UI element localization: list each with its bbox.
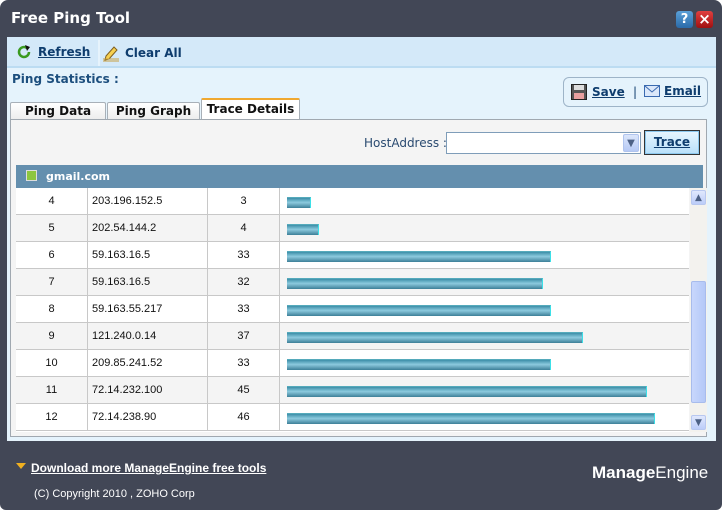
help-icon[interactable]: ?: [676, 11, 693, 28]
download-tools-link[interactable]: Download more ManageEngine free tools: [31, 461, 266, 475]
time-bar-cell: [280, 350, 689, 377]
ip-cell: 202.54.144.2: [88, 215, 208, 242]
table-row[interactable]: 11 72.14.232.100 45: [16, 377, 689, 404]
time-bar-cell: [280, 377, 689, 404]
table-row[interactable]: 4 203.196.152.5 3: [16, 188, 689, 215]
hop-cell: 12: [16, 404, 88, 431]
time-bar: [287, 197, 311, 208]
scrollbar[interactable]: ▲ ▼: [690, 188, 707, 432]
table-row[interactable]: 9 121.240.0.14 37: [16, 323, 689, 350]
refresh-button[interactable]: Refresh: [16, 44, 90, 60]
group-header[interactable]: gmail.com: [16, 165, 703, 188]
time-bar: [287, 305, 551, 316]
hop-cell: 6: [16, 242, 88, 269]
time-bar-cell: [280, 242, 689, 269]
ip-cell: 59.163.16.5: [88, 269, 208, 296]
time-bar-cell: [280, 404, 689, 431]
time-cell: 46: [208, 404, 280, 431]
tab-ping-graph[interactable]: Ping Graph: [107, 102, 200, 120]
hop-cell: 5: [16, 215, 88, 242]
chevron-down-icon[interactable]: ▼: [623, 134, 639, 152]
time-bar-cell: [280, 215, 689, 242]
clear-all-button[interactable]: Clear All: [103, 44, 182, 62]
time-cell: 3: [208, 188, 280, 215]
table-row[interactable]: 10 209.85.241.52 33: [16, 350, 689, 377]
ip-cell: 59.163.55.217: [88, 296, 208, 323]
main-area: Refresh Clear All Ping Statistics : Save…: [7, 37, 716, 441]
table-row[interactable]: 5 202.54.144.2 4: [16, 215, 689, 242]
table-row[interactable]: 12 72.14.238.90 46: [16, 404, 689, 431]
time-bar: [287, 251, 551, 262]
trace-table: 4 203.196.152.5 3 5 202.54.144.2 4 6 59.…: [16, 188, 689, 432]
tab-ping-data[interactable]: Ping Data: [10, 102, 106, 120]
hop-cell: 4: [16, 188, 88, 215]
hop-cell: 10: [16, 350, 88, 377]
scroll-up-icon[interactable]: ▲: [691, 190, 706, 205]
toolbar-divider: [98, 40, 100, 66]
time-bar: [287, 386, 647, 397]
hop-cell: 9: [16, 323, 88, 350]
email-icon: [644, 85, 660, 97]
hop-cell: 7: [16, 269, 88, 296]
copyright-text: (C) Copyright 2010 , ZOHO Corp: [34, 488, 195, 500]
ip-cell: 203.196.152.5: [88, 188, 208, 215]
time-bar-cell: [280, 188, 689, 215]
ip-cell: 72.14.238.90: [88, 404, 208, 431]
save-button[interactable]: Save: [571, 84, 625, 100]
ip-cell: 72.14.232.100: [88, 377, 208, 404]
time-bar: [287, 224, 319, 235]
time-cell: 33: [208, 296, 280, 323]
ip-cell: 121.240.0.14: [88, 323, 208, 350]
hop-cell: 8: [16, 296, 88, 323]
host-address-combobox[interactable]: ▼: [446, 132, 641, 154]
time-bar: [287, 278, 543, 289]
pencil-icon: [103, 46, 119, 62]
time-cell: 33: [208, 242, 280, 269]
time-cell: 45: [208, 377, 280, 404]
group-color-icon: [26, 170, 37, 181]
time-bar-cell: [280, 323, 689, 350]
toolbar: Refresh Clear All: [7, 37, 716, 68]
save-email-box: Save | Email: [563, 77, 708, 107]
triangle-down-icon: [16, 463, 26, 469]
trace-button[interactable]: Trace: [644, 130, 700, 155]
time-cell: 32: [208, 269, 280, 296]
table-row[interactable]: 7 59.163.16.5 32: [16, 269, 689, 296]
time-cell: 37: [208, 323, 280, 350]
trace-details-panel: HostAddress : ▼ Trace gmail.com 4 203.19…: [10, 119, 707, 437]
tab-trace-details[interactable]: Trace Details: [201, 98, 300, 121]
refresh-icon: [17, 45, 31, 59]
manageengine-logo: ManageEngine: [592, 463, 709, 482]
table-row[interactable]: 8 59.163.55.217 33: [16, 296, 689, 323]
app-window: Free Ping Tool ? × Refresh Clear All Pin…: [0, 0, 722, 510]
scroll-down-icon[interactable]: ▼: [691, 415, 706, 430]
host-address-label: HostAddress :: [364, 136, 447, 150]
email-button[interactable]: Email: [644, 84, 701, 98]
group-name: gmail.com: [46, 170, 111, 183]
time-bar: [287, 413, 655, 424]
time-bar-cell: [280, 296, 689, 323]
ping-statistics-label: Ping Statistics :: [12, 72, 119, 86]
save-icon: [571, 84, 587, 100]
window-title: Free Ping Tool: [11, 9, 131, 27]
time-bar-cell: [280, 269, 689, 296]
time-bar: [287, 359, 551, 370]
ip-cell: 209.85.241.52: [88, 350, 208, 377]
ip-cell: 59.163.16.5: [88, 242, 208, 269]
time-cell: 33: [208, 350, 280, 377]
close-icon[interactable]: ×: [696, 11, 713, 28]
hop-cell: 11: [16, 377, 88, 404]
table-row[interactable]: 6 59.163.16.5 33: [16, 242, 689, 269]
scroll-thumb[interactable]: [691, 281, 706, 403]
time-bar: [287, 332, 583, 343]
action-separator: |: [633, 85, 638, 99]
time-cell: 4: [208, 215, 280, 242]
